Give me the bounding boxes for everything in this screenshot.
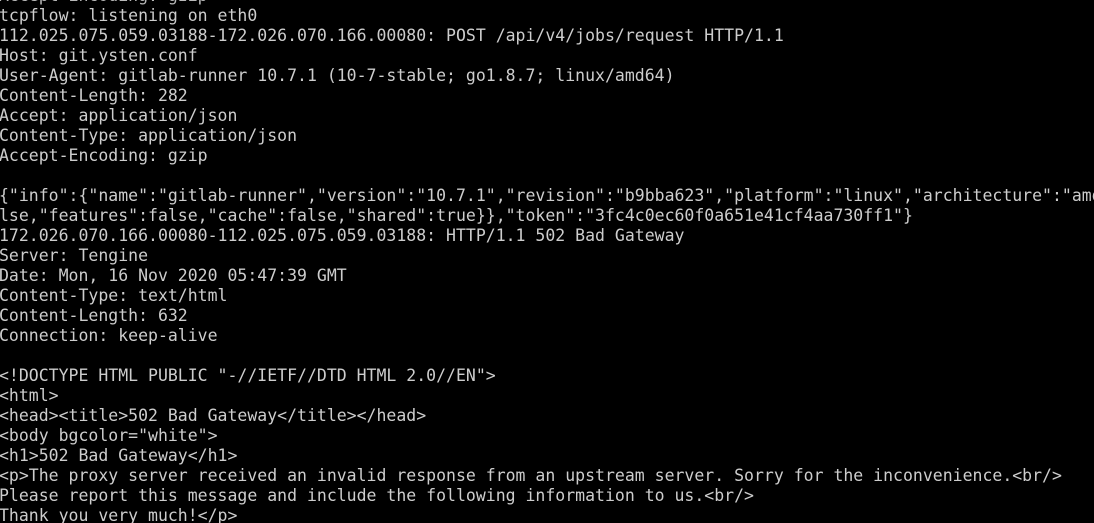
terminal-line-tcpflow-banner: tcpflow: listening on eth0 bbox=[0, 6, 258, 25]
terminal-line-blank-1 bbox=[0, 166, 1094, 186]
terminal-line-html-p-line-1: <p>The proxy server received an invalid … bbox=[0, 466, 1062, 485]
terminal-line-html-p-line-2: Please report this message and include t… bbox=[0, 486, 754, 505]
terminal-line-html-body-open: <body bgcolor="white"> bbox=[0, 426, 218, 445]
terminal-line-response-connection: Connection: keep-alive bbox=[0, 326, 218, 345]
terminal-line-request-host: Host: git.ysten.conf bbox=[0, 46, 198, 65]
terminal-output-buffer: Accept-Encoding: gzip tcpflow: listening … bbox=[0, 0, 1094, 523]
terminal-line-request-flow-header: 112.025.075.059.03188-172.026.070.166.00… bbox=[0, 26, 784, 45]
terminal-window[interactable]: Accept-Encoding: gzip tcpflow: listening … bbox=[0, 0, 1094, 523]
terminal-line-html-open: <html> bbox=[0, 386, 59, 405]
terminal-line-request-body-line-2: lse,"features":false,"cache":false,"shar… bbox=[0, 206, 913, 225]
terminal-line-request-content-type: Content-Type: application/json bbox=[0, 126, 298, 145]
terminal-line-html-p-line-3: Thank you very much!</p> bbox=[0, 506, 238, 523]
terminal-line-response-content-type: Content-Type: text/html bbox=[0, 286, 228, 305]
terminal-line-html-head: <head><title>502 Bad Gateway</title></he… bbox=[0, 406, 427, 425]
terminal-line-response-server: Server: Tengine bbox=[0, 246, 149, 265]
terminal-line-request-accept: Accept: application/json bbox=[0, 106, 238, 125]
terminal-line-html-h1: <h1>502 Bad Gateway</h1> bbox=[0, 446, 238, 465]
terminal-line-response-flow-header: 172.026.070.166.00080-112.025.075.059.03… bbox=[0, 226, 685, 245]
terminal-line-request-accept-encoding: Accept-Encoding: gzip bbox=[0, 146, 208, 165]
terminal-line-request-body-line-1: {"info":{"name":"gitlab-runner","version… bbox=[0, 186, 1094, 205]
terminal-line-response-date: Date: Mon, 16 Nov 2020 05:47:39 GMT bbox=[0, 266, 347, 285]
terminal-line-html-doctype: <!DOCTYPE HTML PUBLIC "-//IETF//DTD HTML… bbox=[0, 366, 496, 385]
terminal-line-blank-2 bbox=[0, 346, 1094, 366]
terminal-line-request-content-length: Content-Length: 282 bbox=[0, 86, 188, 105]
terminal-line-request-user-agent: User-Agent: gitlab-runner 10.7.1 (10-7-s… bbox=[0, 66, 675, 85]
terminal-line-response-content-length: Content-Length: 632 bbox=[0, 306, 188, 325]
